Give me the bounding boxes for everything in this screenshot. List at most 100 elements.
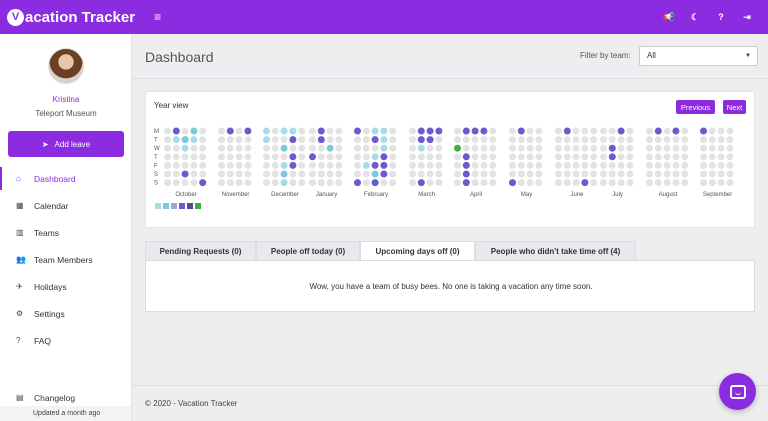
day-cell[interactable] — [600, 161, 607, 169]
day-cell[interactable] — [326, 144, 334, 152]
day-cell[interactable] — [271, 161, 279, 169]
day-cell[interactable] — [417, 161, 425, 169]
day-cell[interactable] — [471, 161, 479, 169]
day-cell[interactable] — [471, 179, 479, 187]
day-cell[interactable] — [700, 179, 707, 187]
day-cell[interactable] — [263, 153, 270, 161]
day-cell[interactable] — [608, 144, 616, 152]
day-cell[interactable] — [289, 161, 297, 169]
day-cell[interactable] — [681, 153, 689, 161]
day-cell[interactable] — [517, 136, 525, 144]
day-cell[interactable] — [708, 153, 716, 161]
day-cell[interactable] — [199, 170, 207, 178]
day-cell[interactable] — [380, 170, 388, 178]
day-cell[interactable] — [263, 170, 270, 178]
day-cell[interactable] — [235, 136, 243, 144]
day-cell[interactable] — [454, 144, 461, 152]
day-cell[interactable] — [389, 179, 397, 187]
day-cell[interactable] — [581, 179, 589, 187]
day-cell[interactable] — [371, 179, 379, 187]
day-cell[interactable] — [298, 153, 306, 161]
day-cell[interactable] — [717, 170, 725, 178]
day-cell[interactable] — [663, 170, 671, 178]
day-cell[interactable] — [309, 161, 316, 169]
day-cell[interactable] — [417, 127, 425, 135]
day-cell[interactable] — [181, 170, 189, 178]
tab-upcoming-days-off[interactable]: Upcoming days off (0) — [360, 241, 475, 261]
day-cell[interactable] — [590, 170, 598, 178]
day-cell[interactable] — [717, 127, 725, 135]
day-cell[interactable] — [563, 179, 571, 187]
day-cell[interactable] — [646, 136, 653, 144]
day-cell[interactable] — [517, 153, 525, 161]
day-cell[interactable] — [581, 170, 589, 178]
day-cell[interactable] — [435, 136, 443, 144]
day-cell[interactable] — [226, 161, 234, 169]
day-cell[interactable] — [509, 136, 516, 144]
day-cell[interactable] — [417, 179, 425, 187]
day-cell[interactable] — [218, 161, 225, 169]
day-cell[interactable] — [617, 170, 625, 178]
day-cell[interactable] — [489, 127, 497, 135]
day-cell[interactable] — [600, 136, 607, 144]
day-cell[interactable] — [480, 179, 488, 187]
day-cell[interactable] — [263, 144, 270, 152]
tab-no-time-off[interactable]: People who didn't take time off (4) — [475, 241, 636, 261]
day-cell[interactable] — [235, 179, 243, 187]
day-cell[interactable] — [563, 136, 571, 144]
day-cell[interactable] — [646, 179, 653, 187]
day-cell[interactable] — [654, 161, 662, 169]
day-cell[interactable] — [244, 153, 252, 161]
day-cell[interactable] — [190, 170, 198, 178]
day-cell[interactable] — [700, 136, 707, 144]
day-cell[interactable] — [190, 153, 198, 161]
day-cell[interactable] — [608, 153, 616, 161]
day-cell[interactable] — [672, 144, 680, 152]
day-cell[interactable] — [663, 153, 671, 161]
day-cell[interactable] — [626, 144, 634, 152]
day-cell[interactable] — [190, 127, 198, 135]
day-cell[interactable] — [708, 161, 716, 169]
day-cell[interactable] — [335, 127, 343, 135]
day-cell[interactable] — [672, 153, 680, 161]
day-cell[interactable] — [590, 179, 598, 187]
day-cell[interactable] — [263, 179, 270, 187]
day-cell[interactable] — [199, 136, 207, 144]
day-cell[interactable] — [489, 136, 497, 144]
day-cell[interactable] — [517, 179, 525, 187]
day-cell[interactable] — [526, 161, 534, 169]
day-cell[interactable] — [289, 153, 297, 161]
day-cell[interactable] — [317, 127, 325, 135]
day-cell[interactable] — [717, 161, 725, 169]
day-cell[interactable] — [672, 179, 680, 187]
day-cell[interactable] — [489, 179, 497, 187]
app-logo[interactable]: V acation Tracker — [7, 8, 135, 26]
day-cell[interactable] — [409, 136, 416, 144]
day-cell[interactable] — [244, 170, 252, 178]
day-cell[interactable] — [681, 170, 689, 178]
day-cell[interactable] — [700, 153, 707, 161]
day-cell[interactable] — [280, 170, 288, 178]
day-cell[interactable] — [362, 136, 370, 144]
day-cell[interactable] — [172, 170, 180, 178]
day-cell[interactable] — [726, 144, 734, 152]
day-cell[interactable] — [280, 161, 288, 169]
day-cell[interactable] — [235, 161, 243, 169]
day-cell[interactable] — [454, 136, 461, 144]
day-cell[interactable] — [317, 179, 325, 187]
day-cell[interactable] — [417, 136, 425, 144]
day-cell[interactable] — [371, 144, 379, 152]
day-cell[interactable] — [590, 127, 598, 135]
day-cell[interactable] — [681, 136, 689, 144]
day-cell[interactable] — [555, 127, 562, 135]
sidebar-item-dashboard[interactable]: ⌂ Dashboard — [0, 165, 131, 192]
day-cell[interactable] — [726, 153, 734, 161]
day-cell[interactable] — [335, 153, 343, 161]
day-cell[interactable] — [335, 161, 343, 169]
day-cell[interactable] — [362, 161, 370, 169]
day-cell[interactable] — [218, 136, 225, 144]
day-cell[interactable] — [663, 136, 671, 144]
day-cell[interactable] — [172, 153, 180, 161]
day-cell[interactable] — [672, 127, 680, 135]
day-cell[interactable] — [581, 161, 589, 169]
